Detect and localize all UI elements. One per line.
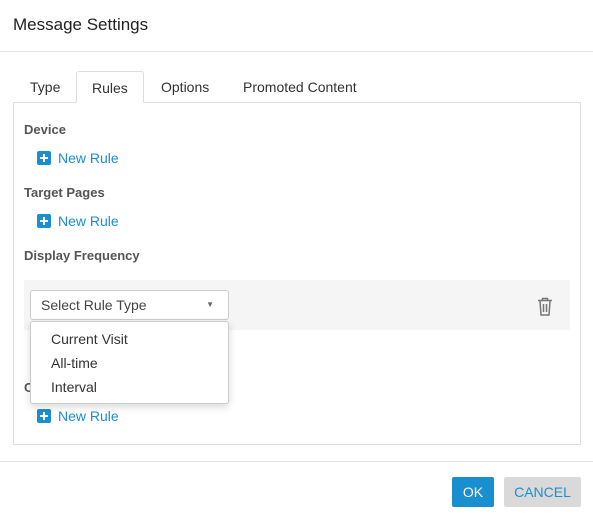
select-placeholder: Select Rule Type (41, 297, 147, 313)
device-label: Device (24, 122, 66, 137)
device-new-rule-button[interactable]: New Rule (37, 150, 119, 166)
option-all-time[interactable]: All-time (31, 352, 228, 376)
new-rule-label: New Rule (58, 213, 119, 229)
new-rule-label: New Rule (58, 150, 119, 166)
option-interval[interactable]: Interval (31, 376, 228, 400)
rule-type-select[interactable]: Select Rule Type ▼ (30, 290, 229, 320)
footer-divider (0, 461, 593, 462)
display-frequency-label: Display Frequency (24, 248, 140, 263)
dialog-title: Message Settings (13, 15, 149, 34)
target-pages-new-rule-button[interactable]: New Rule (37, 213, 119, 229)
caret-down-icon: ▼ (206, 300, 214, 309)
target-pages-label: Target Pages (24, 185, 105, 200)
tab-type[interactable]: Type (15, 71, 75, 103)
cancel-button[interactable]: CANCEL (504, 477, 581, 507)
new-rule-label: New Rule (58, 408, 119, 424)
divider (0, 51, 593, 52)
plus-icon (37, 214, 51, 228)
plus-icon (37, 151, 51, 165)
tab-options[interactable]: Options (146, 71, 224, 103)
section-new-rule-button[interactable]: New Rule (37, 408, 119, 424)
tab-rules[interactable]: Rules (76, 71, 144, 103)
tab-promoted-content[interactable]: Promoted Content (228, 71, 372, 103)
rule-type-dropdown: Current Visit All-time Interval (30, 321, 229, 404)
ok-button[interactable]: OK (452, 477, 494, 507)
option-current-visit[interactable]: Current Visit (31, 328, 228, 352)
plus-icon (37, 409, 51, 423)
trash-icon[interactable] (537, 297, 553, 316)
